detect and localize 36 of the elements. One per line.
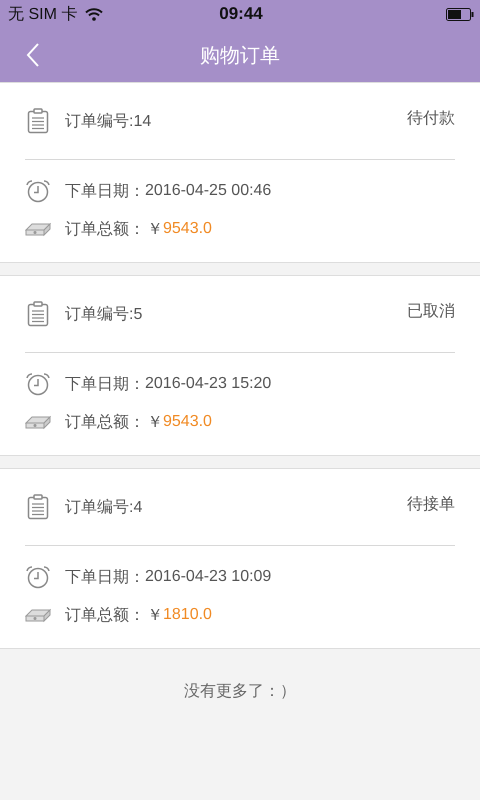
- clipboard-icon: [25, 108, 51, 134]
- cash-icon: [25, 414, 51, 430]
- order-amount: 9543.0: [163, 220, 212, 238]
- order-amount: 9543.0: [163, 413, 212, 431]
- page-title: 购物订单: [199, 44, 281, 68]
- battery-icon: [446, 8, 474, 20]
- clock-text: 09:44: [219, 4, 263, 24]
- alarm-clock-icon: [25, 372, 51, 396]
- currency-symbol: ￥: [147, 220, 163, 240]
- order-status: 待接单: [407, 494, 455, 514]
- order-date: 2016-04-23 15:20: [145, 375, 272, 393]
- clipboard-icon: [25, 301, 51, 327]
- currency-symbol: ￥: [147, 412, 163, 432]
- cash-icon: [25, 607, 51, 623]
- order-status: 已取消: [407, 302, 455, 322]
- date-label: 下单日期：: [65, 374, 145, 394]
- amount-label: 订单总额：: [65, 412, 145, 432]
- alarm-clock-icon: [25, 565, 51, 589]
- date-label: 下单日期：: [65, 568, 145, 588]
- end-of-list-text: 没有更多了：）: [183, 682, 297, 702]
- order-status: 待付款: [407, 108, 455, 128]
- order-number: 订单编号:4: [65, 498, 142, 518]
- order-number: 订单编号:14: [65, 112, 152, 132]
- cash-icon: [25, 221, 51, 237]
- currency-symbol: ￥: [147, 606, 163, 626]
- order-amount: 1810.0: [163, 606, 212, 624]
- clipboard-icon: [25, 494, 51, 520]
- order-date: 2016-04-23 10:09: [145, 568, 272, 586]
- date-label: 下单日期：: [65, 182, 145, 202]
- alarm-clock-icon: [25, 179, 51, 203]
- amount-label: 订单总额：: [65, 220, 145, 240]
- order-date: 2016-04-25 00:46: [145, 182, 272, 200]
- order-number: 订单编号:5: [65, 304, 142, 324]
- amount-label: 订单总额：: [65, 606, 145, 626]
- wifi-icon: [85, 8, 104, 20]
- carrier-text: 无 SIM 卡: [8, 4, 78, 24]
